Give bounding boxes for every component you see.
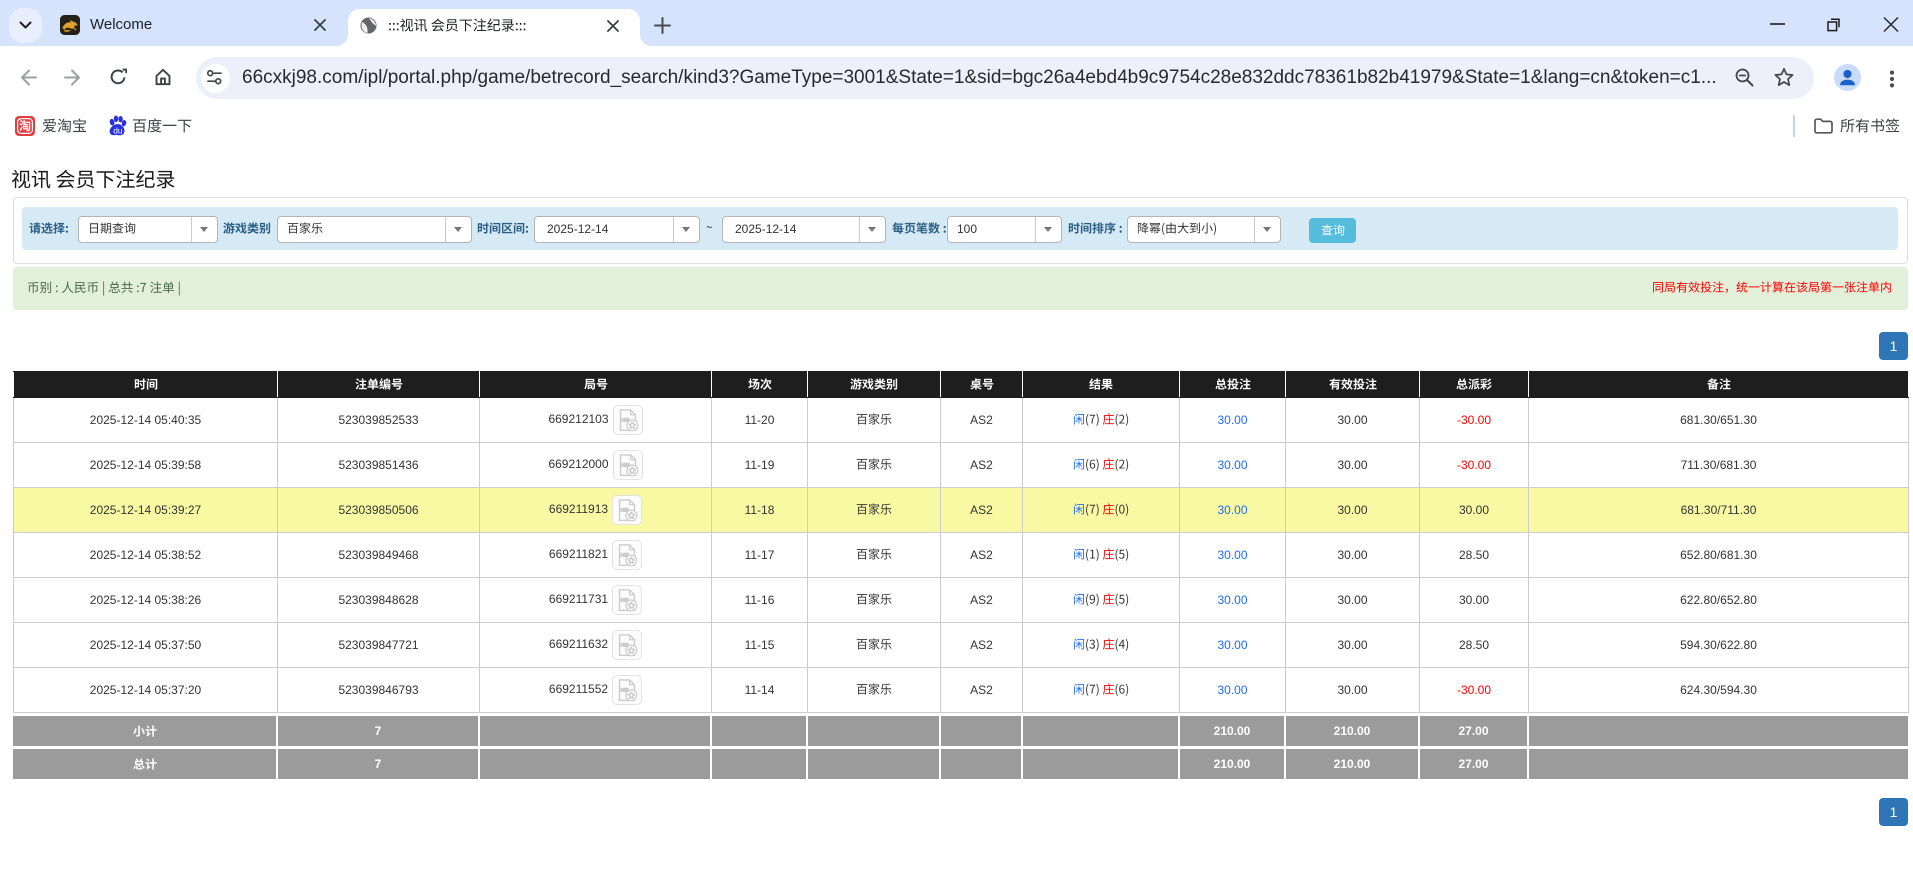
svg-text:du: du [113, 125, 123, 135]
